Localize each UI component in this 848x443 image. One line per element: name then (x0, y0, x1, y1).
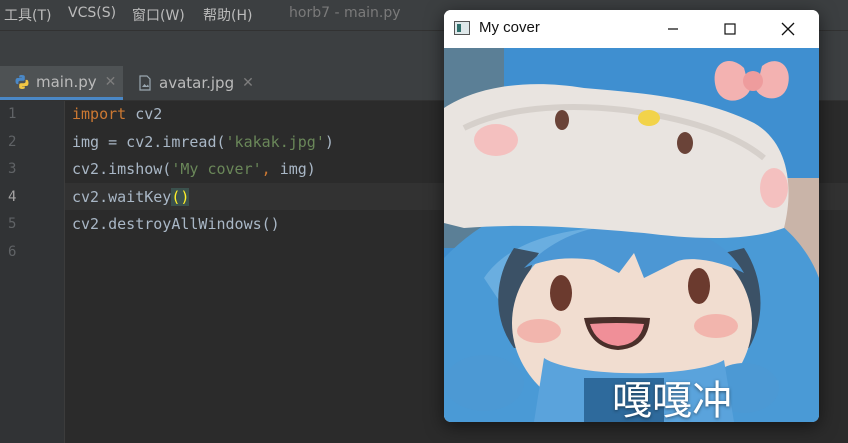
code-line-4[interactable]: cv2.waitKey() (72, 188, 190, 206)
displayed-image: 嘎嘎冲 (444, 48, 819, 422)
line-number: 1 (8, 106, 17, 122)
code-line-2[interactable]: img = cv2.imread('kakak.jpg') (72, 133, 334, 151)
menu-tools[interactable]: 工具(T) (4, 5, 51, 25)
code-line-3[interactable]: cv2.imshow('My cover', img) (72, 160, 316, 178)
menu-window[interactable]: 窗口(W) (132, 5, 185, 25)
tab-label: avatar.jpg (159, 74, 235, 92)
plush-doll-photo (444, 48, 819, 422)
window-title: My cover (479, 19, 540, 36)
line-number: 6 (8, 244, 17, 260)
minimize-button[interactable] (650, 10, 696, 48)
app-icon (454, 21, 470, 35)
image-file-icon (137, 75, 153, 91)
minimize-icon (668, 28, 678, 30)
menu-help[interactable]: 帮助(H) (203, 5, 252, 25)
maximize-button[interactable] (707, 10, 753, 48)
close-button[interactable] (765, 10, 811, 48)
maximize-icon (724, 23, 736, 35)
code-line-5[interactable]: cv2.destroyAllWindows() (72, 215, 280, 233)
python-file-icon (14, 74, 30, 90)
window-titlebar[interactable]: My cover (444, 10, 819, 48)
line-number: 3 (8, 161, 17, 177)
image-caption: 嘎嘎冲 (612, 378, 732, 422)
menu-vcs[interactable]: VCS(S) (68, 5, 116, 21)
line-number: 4 (8, 189, 17, 205)
line-number-gutter: 1 2 3 4 5 6 (0, 101, 65, 443)
tab-avatar-jpg[interactable]: avatar.jpg ✕ (123, 66, 258, 100)
line-number: 5 (8, 216, 17, 232)
code-line-1[interactable]: import cv2 (72, 105, 162, 123)
ide-window-title: horb7 - main.py (289, 5, 401, 21)
tab-label: main.py (36, 72, 97, 91)
tab-main-py[interactable]: main.py ✕ (0, 66, 123, 100)
close-tab-icon[interactable]: ✕ (105, 74, 117, 90)
line-number: 2 (8, 134, 17, 150)
close-tab-icon[interactable]: ✕ (242, 75, 254, 91)
opencv-image-window[interactable]: My cover 嘎嘎冲 (444, 10, 819, 422)
close-icon (781, 22, 795, 36)
